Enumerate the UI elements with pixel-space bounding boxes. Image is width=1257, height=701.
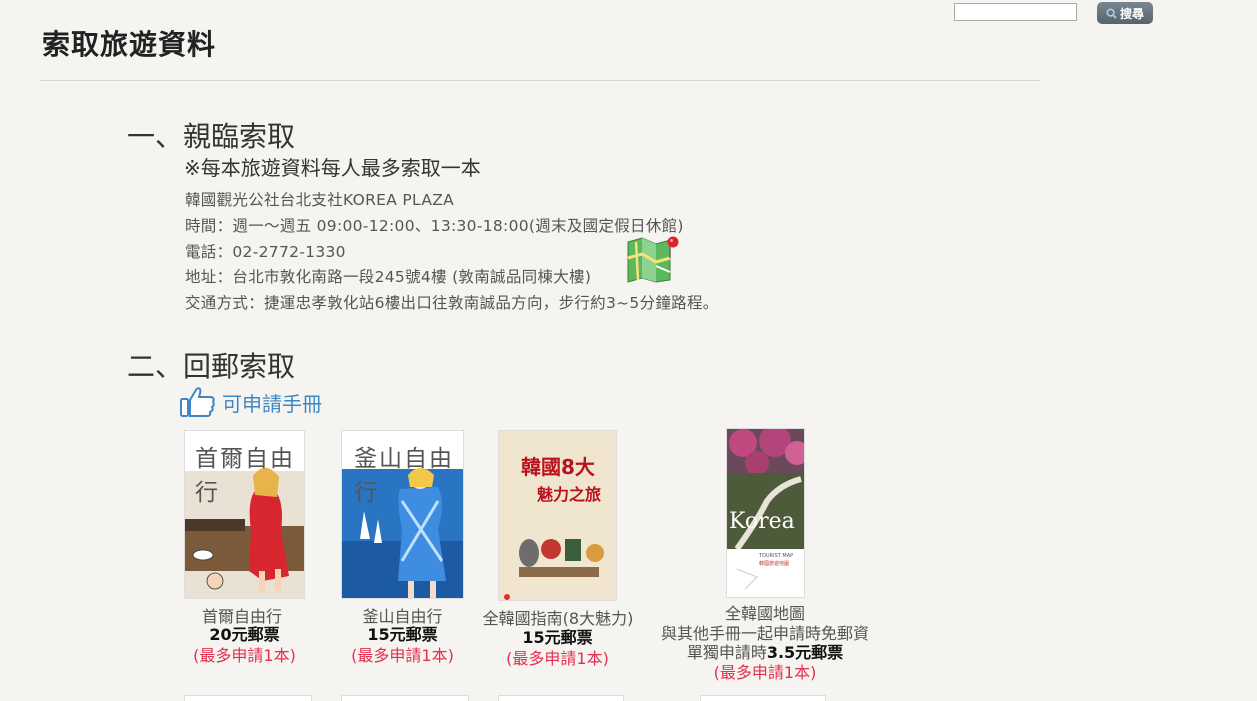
office-transport: 交通方式：捷運忠孝敦化站6樓出口往敦南誠品方向，步行約3~5分鐘路程。 <box>185 294 719 312</box>
book-note-korea-map: 與其他手冊一起申請時免郵資 <box>660 624 869 643</box>
apply-brochure-label: 可申請手冊 <box>222 391 322 416</box>
book-limit-seoul: (最多申請1本) <box>193 646 296 665</box>
section-heading-by-mail: 二、回郵索取 <box>127 350 296 383</box>
book-price-seoul: 20元郵票 <box>209 625 280 644</box>
apply-brochure-link[interactable]: 可申請手冊 <box>180 386 322 418</box>
book-price-korea-guide: 15元郵票 <box>522 628 593 647</box>
book-name-korea-map: 全韓國地圖 <box>724 604 805 623</box>
thumbs-up-icon <box>180 387 215 417</box>
next-row-cover <box>498 695 624 701</box>
office-address: 地址：台北市敦化南路一段245號4樓 (敦南誠品同棟大樓) <box>185 268 592 286</box>
book-name-seoul: 首爾自由行 <box>201 607 282 626</box>
office-hours: 時間：週一～週五 09:00-12:00、13:30-18:00(週末及國定假日… <box>185 217 684 235</box>
book-cover-busan[interactable]: 釜山自由行 <box>341 430 464 599</box>
book-cover-korea-guide[interactable]: 韓國8大 魅力之旅 <box>498 430 617 601</box>
book-price-busan: 15元郵票 <box>367 625 438 644</box>
book-name-korea-guide: 全韓國指南(8大魅力) <box>482 609 634 628</box>
search-icon <box>1106 7 1117 19</box>
book-price-korea-map: 單獨申請時3.5元郵票 <box>655 643 875 662</box>
book-price-prefix-korea-map: 單獨申請時 <box>686 643 767 662</box>
search-button-label: 搜尋 <box>1119 6 1144 21</box>
search-button[interactable]: 搜尋 <box>1097 2 1153 24</box>
busan-cover-title: 釜山自由行 <box>354 446 454 506</box>
book-cover-korea-map[interactable]: Korea TOURIST MAP 韓國旅遊地圖 <box>726 428 805 598</box>
search-input[interactable] <box>954 3 1077 21</box>
map-pin-icon[interactable] <box>626 236 682 284</box>
guide-cover-title-2: 魅力之旅 <box>537 485 602 504</box>
limit-note: ※每本旅遊資料每人最多索取一本 <box>184 156 481 180</box>
title-divider <box>40 80 1040 81</box>
next-row-cover <box>184 695 312 701</box>
guide-cover-title-1: 韓國8大 <box>521 455 595 479</box>
book-cover-seoul[interactable]: 首爾自由行 <box>184 430 305 599</box>
page-title: 索取旅遊資料 <box>42 28 217 61</box>
book-name-busan: 釜山自由行 <box>362 607 443 626</box>
seoul-cover-title: 首爾自由行 <box>195 446 295 506</box>
book-price-value-korea-map: 3.5元郵票 <box>766 643 844 662</box>
book-limit-korea-guide: (最多申請1本) <box>506 649 609 668</box>
next-row-cover <box>700 695 826 701</box>
map-cover-title: Korea <box>729 509 795 534</box>
office-name: 韓國觀光公社台北支社KOREA PLAZA <box>185 191 455 209</box>
section-heading-in-person: 一、親臨索取 <box>127 120 296 153</box>
next-row-cover <box>341 695 469 701</box>
office-phone: 電話：02-2772-1330 <box>185 243 346 261</box>
map-cover-subtitle-2: 韓國旅遊地圖 <box>759 561 790 567</box>
book-limit-korea-map: (最多申請1本) <box>713 663 817 682</box>
book-limit-busan: (最多申請1本) <box>351 646 454 665</box>
map-cover-subtitle: TOURIST MAP <box>759 553 794 559</box>
